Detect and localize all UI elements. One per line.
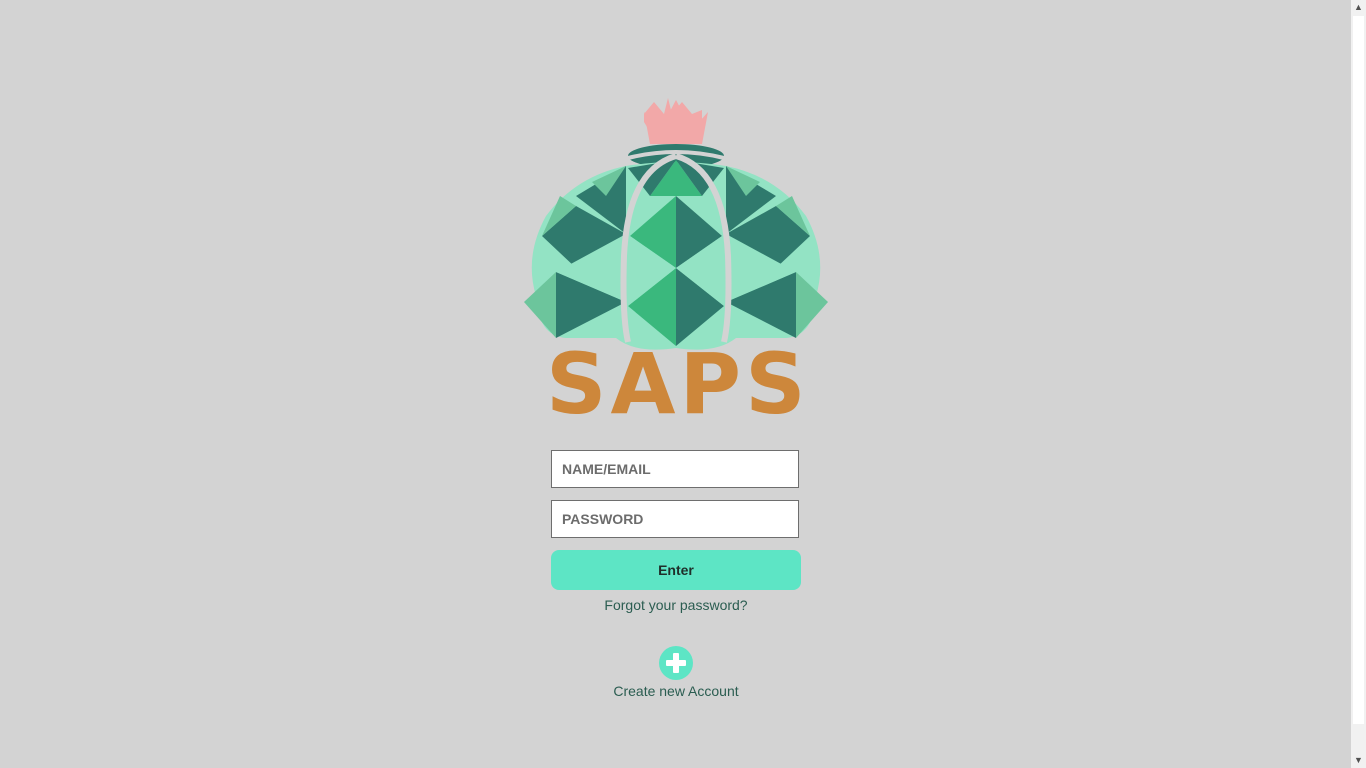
brand-wordmark: SAPS bbox=[546, 335, 810, 433]
name-email-input[interactable] bbox=[551, 450, 799, 488]
scroll-down-icon[interactable]: ▼ bbox=[1351, 753, 1366, 768]
login-page: SAPS Enter Forgot your password? Create … bbox=[0, 0, 1366, 768]
enter-button[interactable]: Enter bbox=[551, 550, 801, 590]
scroll-up-icon[interactable]: ▲ bbox=[1351, 0, 1366, 15]
create-account-label[interactable]: Create new Account bbox=[576, 683, 776, 699]
forgot-password-link[interactable]: Forgot your password? bbox=[551, 597, 801, 613]
password-input[interactable] bbox=[551, 500, 799, 538]
plus-circle-icon[interactable] bbox=[659, 646, 693, 680]
scroll-thumb[interactable] bbox=[1353, 16, 1364, 724]
cactus-logo-icon bbox=[524, 98, 828, 350]
vertical-scrollbar[interactable]: ▲ ▼ bbox=[1351, 0, 1366, 768]
create-account-link[interactable]: Create new Account bbox=[576, 646, 776, 699]
